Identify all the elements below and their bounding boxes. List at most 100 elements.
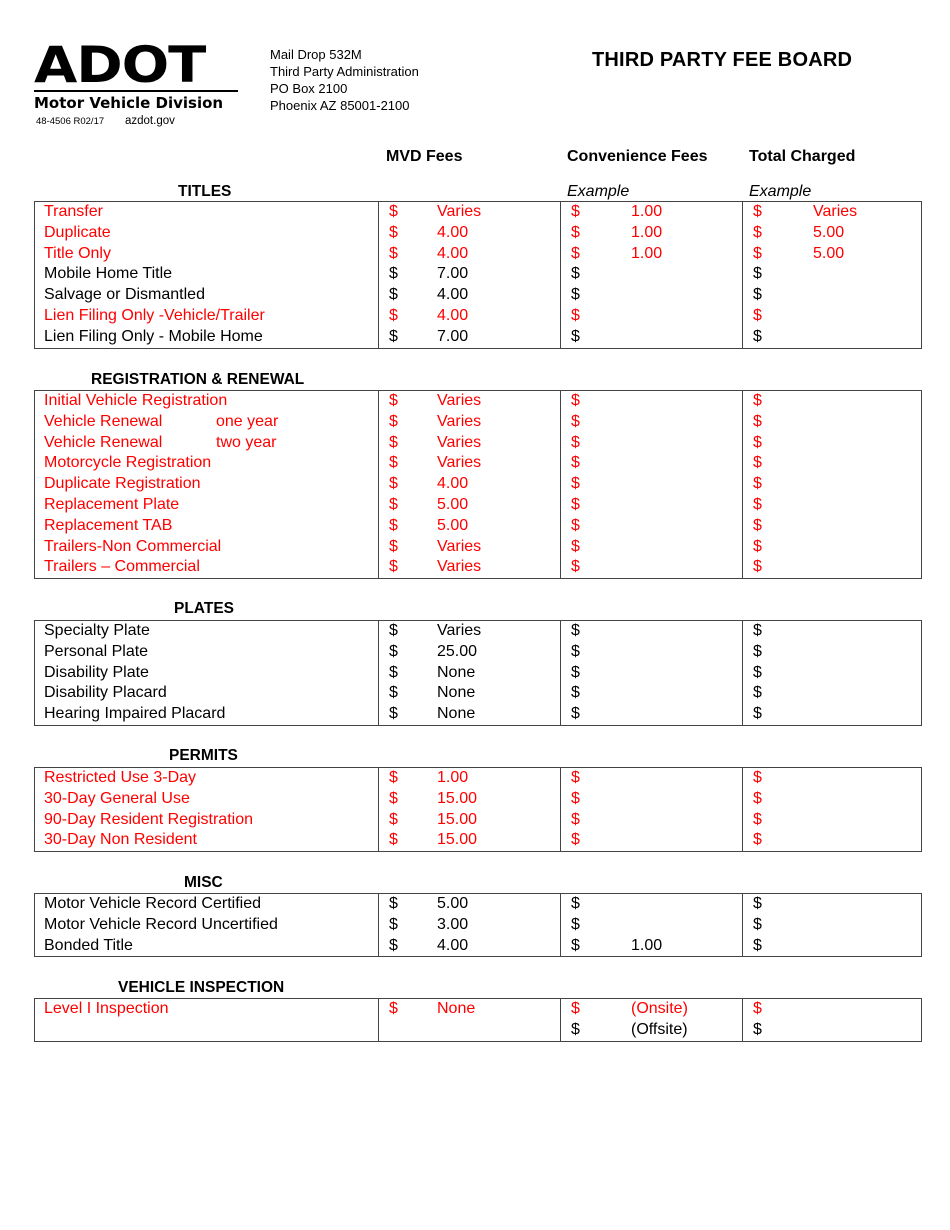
mvd-fee-cell: $ None: [378, 683, 561, 705]
currency-symbol: $: [389, 516, 398, 534]
fee-description-cell: Duplicate: [35, 223, 379, 244]
fee-description: Bonded Title: [44, 936, 133, 954]
convenience-fee-cell: $1.00: [560, 201, 743, 223]
mvd-fee-cell: $ Varies: [378, 411, 561, 433]
column-header-total-charged: Total Charged: [749, 148, 856, 165]
currency-symbol: $: [571, 244, 580, 262]
convenience-fee-cell: $1.00: [560, 222, 743, 244]
currency-symbol: $: [571, 936, 580, 954]
mvd-fee-cell: $25.00: [378, 641, 561, 663]
convenience-fee-amount: 1.00: [631, 244, 663, 262]
currency-symbol: $: [389, 642, 398, 660]
currency-symbol: $: [571, 516, 580, 534]
total-charged-cell: $: [742, 305, 922, 327]
fee-description: Duplicate Registration: [44, 475, 201, 493]
convenience-fee-cell: $: [560, 326, 743, 349]
convenience-fee-cell: $1.00: [560, 935, 743, 957]
total-charged-amount: 5.00: [813, 244, 845, 262]
fee-row: Level I Inspection $ None $ (Onsite) $: [35, 998, 922, 1020]
currency-symbol: $: [753, 831, 762, 849]
fee-description: Lien Filing Only -Vehicle/Trailer: [44, 306, 265, 324]
total-charged-cell: $: [742, 893, 922, 915]
currency-symbol: $: [571, 454, 580, 472]
mvd-fee-cell: $4.00: [378, 243, 561, 265]
fee-description-cell: Hearing Impaired Placard: [35, 704, 379, 725]
mvd-fee-amount: None: [437, 684, 476, 702]
fee-table-misc: Motor Vehicle Record Certified $5.00 $ $ Mot…: [34, 893, 922, 958]
convenience-fee-cell: $: [560, 432, 743, 454]
section-title-misc: MISC: [184, 874, 223, 891]
fee-term: one year: [216, 412, 279, 430]
mvd-fee-amount: Varies: [437, 537, 482, 555]
fee-row: $ (Offsite) $: [35, 1019, 922, 1042]
fee-term: two year: [216, 433, 277, 451]
fee-row: Disability Plate $ None $ $: [35, 662, 922, 684]
mvd-fee-amount: None: [437, 1000, 476, 1017]
website-link[interactable]: azdot.gov: [125, 115, 175, 127]
fee-description: Restricted Use 3-Day: [44, 769, 197, 786]
mvd-fee-cell: $5.00: [378, 893, 561, 915]
fee-description: Duplicate: [44, 223, 111, 241]
section-title-plates: PLATES: [174, 600, 234, 617]
fee-row: Trailers-Non Commercial $ Varies $ $: [35, 536, 922, 558]
convenience-fee-cell: $: [560, 390, 743, 412]
mvd-fee-cell: $ None: [378, 662, 561, 684]
total-charged-cell: $: [742, 662, 922, 684]
mvd-fee-amount: 4.00: [437, 286, 469, 304]
total-charged-cell: $5.00: [742, 222, 922, 244]
convenience-fee-cell: $: [560, 641, 743, 663]
currency-symbol: $: [571, 705, 580, 723]
currency-symbol: $: [753, 642, 762, 660]
currency-symbol: $: [389, 327, 398, 345]
total-charged-cell: $: [742, 494, 922, 516]
fee-description-cell: Bonded Title: [35, 936, 379, 957]
fee-description-cell: Restricted Use 3-Day: [35, 768, 379, 789]
convenience-fee-cell: $: [560, 893, 743, 915]
page-title: THIRD PARTY FEE BOARD: [592, 49, 853, 71]
fee-row: Motorcycle Registration $ Varies $ $: [35, 453, 922, 475]
fee-row: Specialty Plate $ Varies $ $: [35, 620, 922, 642]
fee-description: 30-Day General Use: [44, 789, 190, 807]
currency-symbol: $: [753, 537, 762, 555]
mvd-fee-cell: $4.00: [378, 305, 561, 327]
mvd-fee-amount: Varies: [437, 392, 482, 409]
currency-symbol: $: [389, 663, 398, 681]
currency-symbol: $: [571, 412, 580, 430]
currency-symbol: $: [389, 412, 398, 430]
currency-symbol: $: [753, 516, 762, 534]
fee-description: Hearing Impaired Placard: [44, 705, 226, 723]
currency-symbol: $: [571, 769, 580, 786]
mvd-fee-amount: Varies: [437, 203, 482, 220]
fee-description-cell: Level I Inspection: [35, 999, 379, 1020]
fee-row: 90-Day Resident Registration $15.00 $ $: [35, 809, 922, 831]
total-charged-cell: $: [742, 515, 922, 537]
currency-symbol: $: [389, 684, 398, 702]
total-charged-cell: $: [742, 809, 922, 831]
fee-description: Trailers-Non Commercial: [44, 537, 222, 555]
convenience-fee-cell: $: [560, 474, 743, 495]
convenience-fee-cell: $: [560, 620, 743, 642]
address-line: PO Box 2100: [270, 81, 348, 96]
fee-description: 30-Day Non Resident: [44, 831, 197, 849]
fee-description: Disability Placard: [44, 684, 167, 702]
currency-symbol: $: [389, 915, 398, 933]
fee-description: Title Only: [44, 244, 111, 262]
mvd-fee-amount: 1.00: [437, 769, 469, 786]
currency-symbol: $: [571, 433, 580, 451]
mvd-fee-amount: 15.00: [437, 789, 478, 807]
fee-description: Level I Inspection: [44, 1000, 169, 1017]
fee-description-cell: Lien Filing Only - Mobile Home: [35, 327, 379, 348]
total-charged-cell: $: [742, 641, 922, 663]
fee-description: Salvage or Dismantled: [44, 286, 205, 304]
currency-symbol: $: [389, 705, 398, 723]
fee-description: Motor Vehicle Record Uncertified: [44, 915, 278, 933]
convenience-fee-cell: $: [560, 830, 743, 852]
fee-description: Replacement Plate: [44, 495, 180, 513]
mvd-fee-cell: $15.00: [378, 809, 561, 831]
currency-symbol: $: [571, 895, 580, 912]
currency-symbol: $: [753, 895, 762, 912]
fee-row: Restricted Use 3-Day $1.00 $ $: [35, 767, 922, 789]
fee-row: Bonded Title $4.00 $1.00 $: [35, 935, 922, 957]
currency-symbol: $: [389, 537, 398, 555]
mvd-fee-cell: $ Varies: [378, 390, 561, 412]
